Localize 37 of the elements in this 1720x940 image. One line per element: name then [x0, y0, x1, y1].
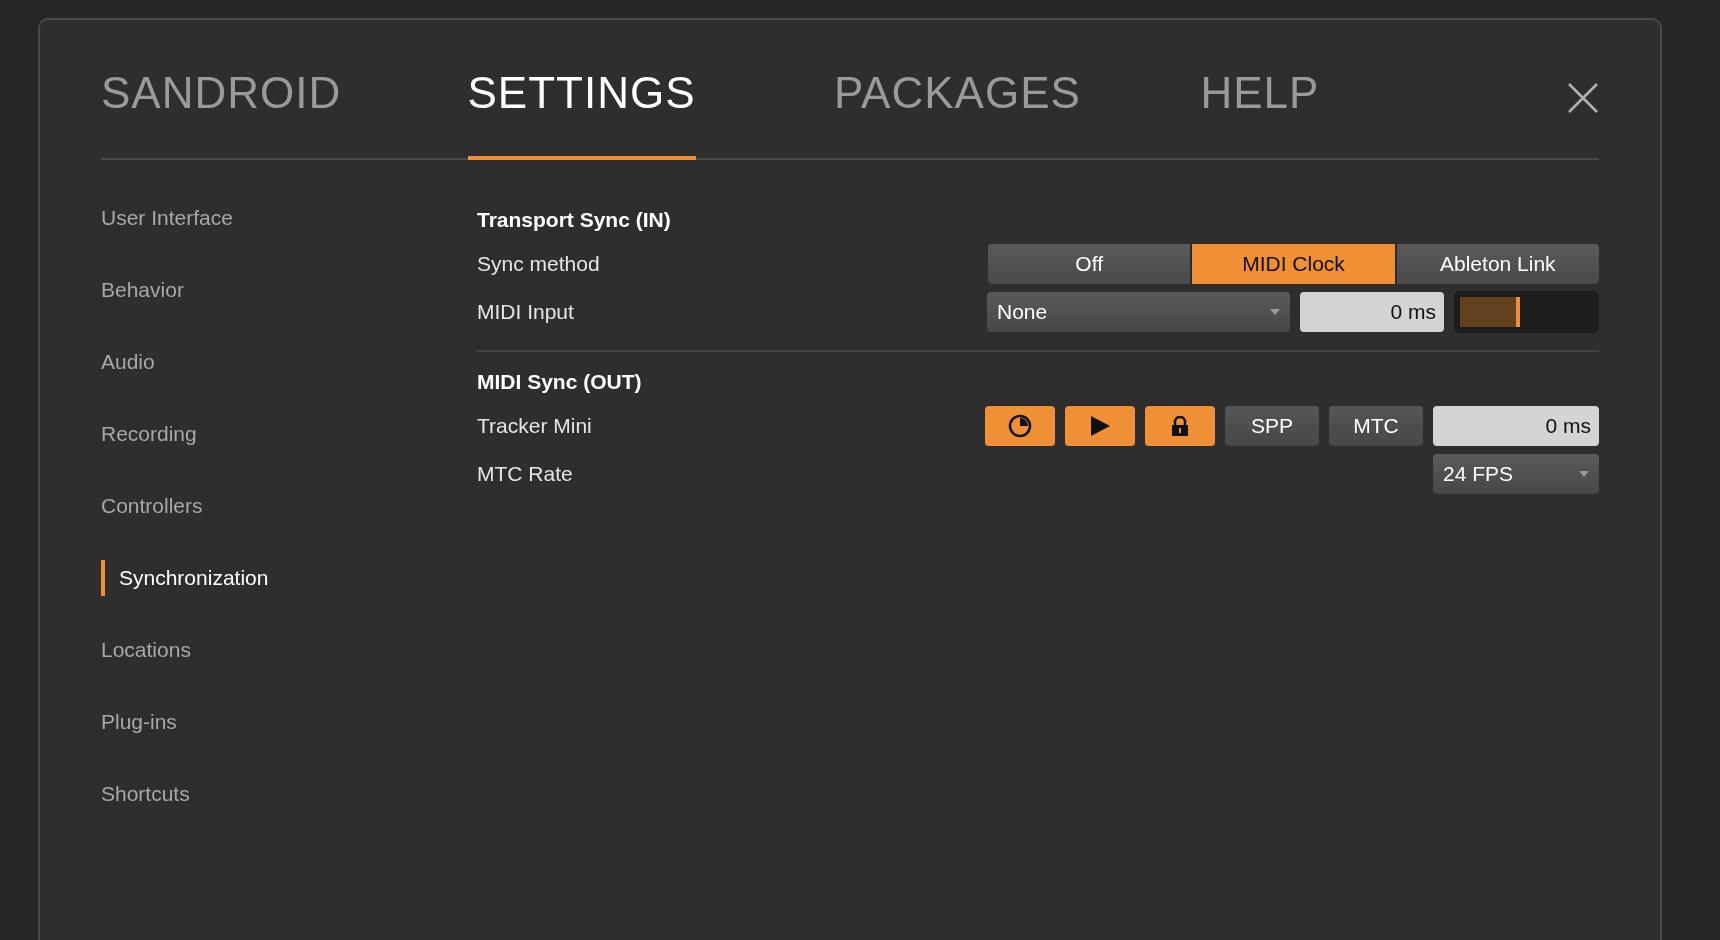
setting-label: MTC Rate [477, 461, 574, 488]
offset-field[interactable]: 0 ms [1300, 292, 1444, 332]
sidebar-item[interactable]: Locations [101, 632, 477, 668]
tab[interactable]: HELP [1200, 60, 1320, 160]
tab[interactable]: SETTINGS [467, 60, 696, 160]
midi-input-dropdown[interactable]: None [987, 292, 1290, 332]
sync-option[interactable]: Ableton Link [1396, 244, 1599, 284]
section-heading: MIDI Sync (OUT) [477, 369, 642, 396]
sidebar-item[interactable]: Behavior [101, 272, 477, 308]
lock-icon [1171, 416, 1189, 436]
tab[interactable]: SANDROID [101, 60, 342, 160]
dropdown-caret-icon [1579, 471, 1589, 477]
dropdown-caret-icon [1270, 309, 1280, 315]
sidebar-item[interactable]: Audio [101, 344, 477, 380]
toggle-button[interactable]: SPP [1225, 406, 1319, 446]
sidebar-item[interactable]: Plug-ins [101, 704, 477, 740]
toggle-button[interactable] [985, 406, 1055, 446]
setting-label: MIDI Input [477, 299, 575, 326]
close-icon[interactable] [1567, 82, 1599, 114]
play-icon [1088, 414, 1112, 438]
setting-label: Tracker Mini [477, 413, 593, 440]
pie-clock-icon [1008, 414, 1032, 438]
sync-option[interactable]: MIDI Clock [1192, 244, 1395, 284]
sync-option[interactable]: Off [988, 244, 1191, 284]
toggle-button[interactable] [1065, 406, 1135, 446]
mtc-rate-dropdown[interactable]: 24 FPS [1433, 454, 1599, 494]
sidebar-item[interactable]: Recording [101, 416, 477, 452]
sidebar-item[interactable]: User Interface [101, 200, 477, 236]
toggle-button[interactable] [1145, 406, 1215, 446]
sidebar-item[interactable]: Controllers [101, 488, 477, 524]
sidebar-item[interactable]: Shortcuts [101, 776, 477, 812]
toggle-button[interactable]: MTC [1329, 406, 1423, 446]
tab[interactable]: PACKAGES [834, 60, 1081, 160]
setting-label: Sync method [477, 251, 601, 278]
section-heading: Transport Sync (IN) [477, 207, 671, 234]
sidebar-item[interactable]: Synchronization [101, 560, 477, 596]
offset-field[interactable]: 0 ms [1433, 406, 1599, 446]
